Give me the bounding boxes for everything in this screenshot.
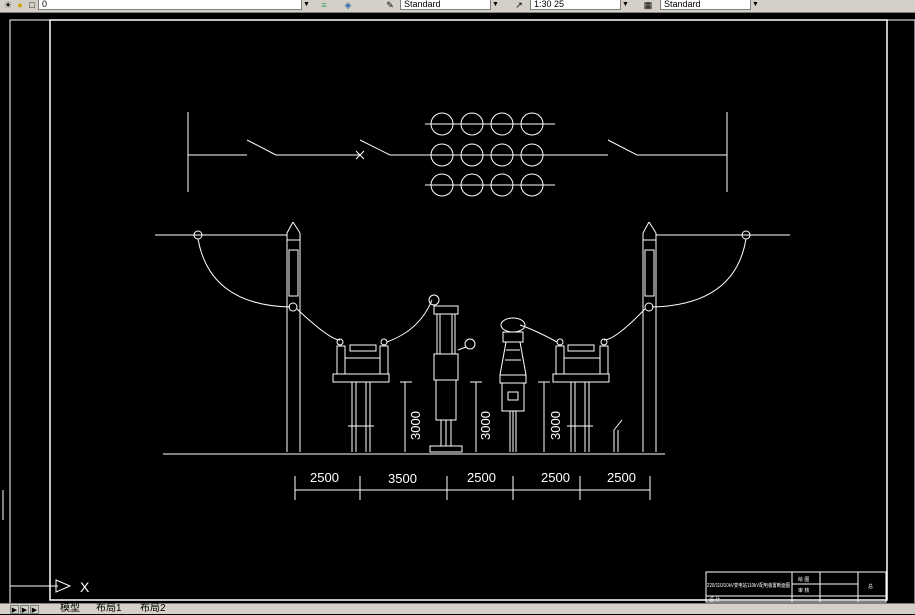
height-text: 3000 (478, 411, 493, 440)
properties-toolbar: ☀ ● □ 0 ▼ ≡ ◈ ✎ Standard ▼ ↗ 1:30 25 ▼ ▦… (0, 0, 915, 13)
dim-text: 2500 (541, 470, 570, 485)
layer-value: 0 (42, 0, 48, 9)
color-square-icon[interactable]: □ (26, 0, 38, 10)
sun-icon[interactable]: ☀ (2, 0, 14, 10)
single-line-diagram (187, 112, 728, 197)
dim-text: 2500 (310, 470, 339, 485)
dim-style-dropdown[interactable]: Standard (660, 0, 760, 10)
dim-text: 3500 (388, 471, 417, 486)
dim-text: 2500 (607, 470, 636, 485)
height-text: 3000 (408, 411, 423, 440)
drawing-canvas[interactable]: 2500 3500 2500 2500 2500 3000 3000 3000 … (0, 13, 915, 603)
title-block-project: 220/110/10kV变电站110kV配电装置断面图 (707, 582, 790, 589)
chevron-down-icon[interactable]: ▼ (490, 0, 500, 10)
chevron-down-icon[interactable]: ▼ (620, 0, 630, 10)
layers-icon[interactable]: ◈ (342, 0, 354, 10)
drawing-frame (49, 19, 888, 601)
dim-text: 2500 (467, 470, 496, 485)
circuit-breaker (428, 294, 476, 453)
text-style-value: Standard (404, 0, 441, 9)
table-style-icon[interactable]: ▦ (642, 0, 654, 10)
right-disconnector (519, 324, 610, 452)
lightning-post (613, 419, 623, 452)
title-block-check: 审 核 (798, 587, 809, 594)
text-style-dropdown[interactable]: Standard (400, 0, 500, 10)
lock-icon[interactable]: ● (14, 0, 26, 10)
chevron-down-icon[interactable]: ▼ (301, 0, 311, 10)
dim-scale-dropdown[interactable]: 1:30 25 (530, 0, 630, 10)
height-text: 3000 (548, 411, 563, 440)
current-transformer (499, 317, 527, 452)
text-style-icon[interactable]: ✎ (384, 0, 396, 10)
dim-style-value: Standard (664, 0, 701, 9)
title-block-design: 设 计 (709, 596, 720, 603)
chevron-down-icon[interactable]: ▼ (750, 0, 760, 10)
sheet-border (9, 19, 915, 603)
layer-manager-icon[interactable]: ≡ (318, 0, 330, 10)
layer-dropdown[interactable]: 0 (38, 0, 310, 10)
dim-scale-value: 1:30 25 (534, 0, 565, 9)
dimension-icon[interactable]: ↗ (513, 0, 525, 10)
ucs-icon (2, 490, 72, 593)
layout-tabs: ▶ ▶ ▶ 模型 布局1 布局2 (0, 603, 915, 614)
left-gantry (155, 221, 341, 452)
right-gantry (603, 221, 790, 452)
ucs-x-label: X (80, 579, 90, 595)
title-block-drawn: 绘 图 (798, 576, 809, 583)
title-block-total: 总 (868, 583, 873, 590)
